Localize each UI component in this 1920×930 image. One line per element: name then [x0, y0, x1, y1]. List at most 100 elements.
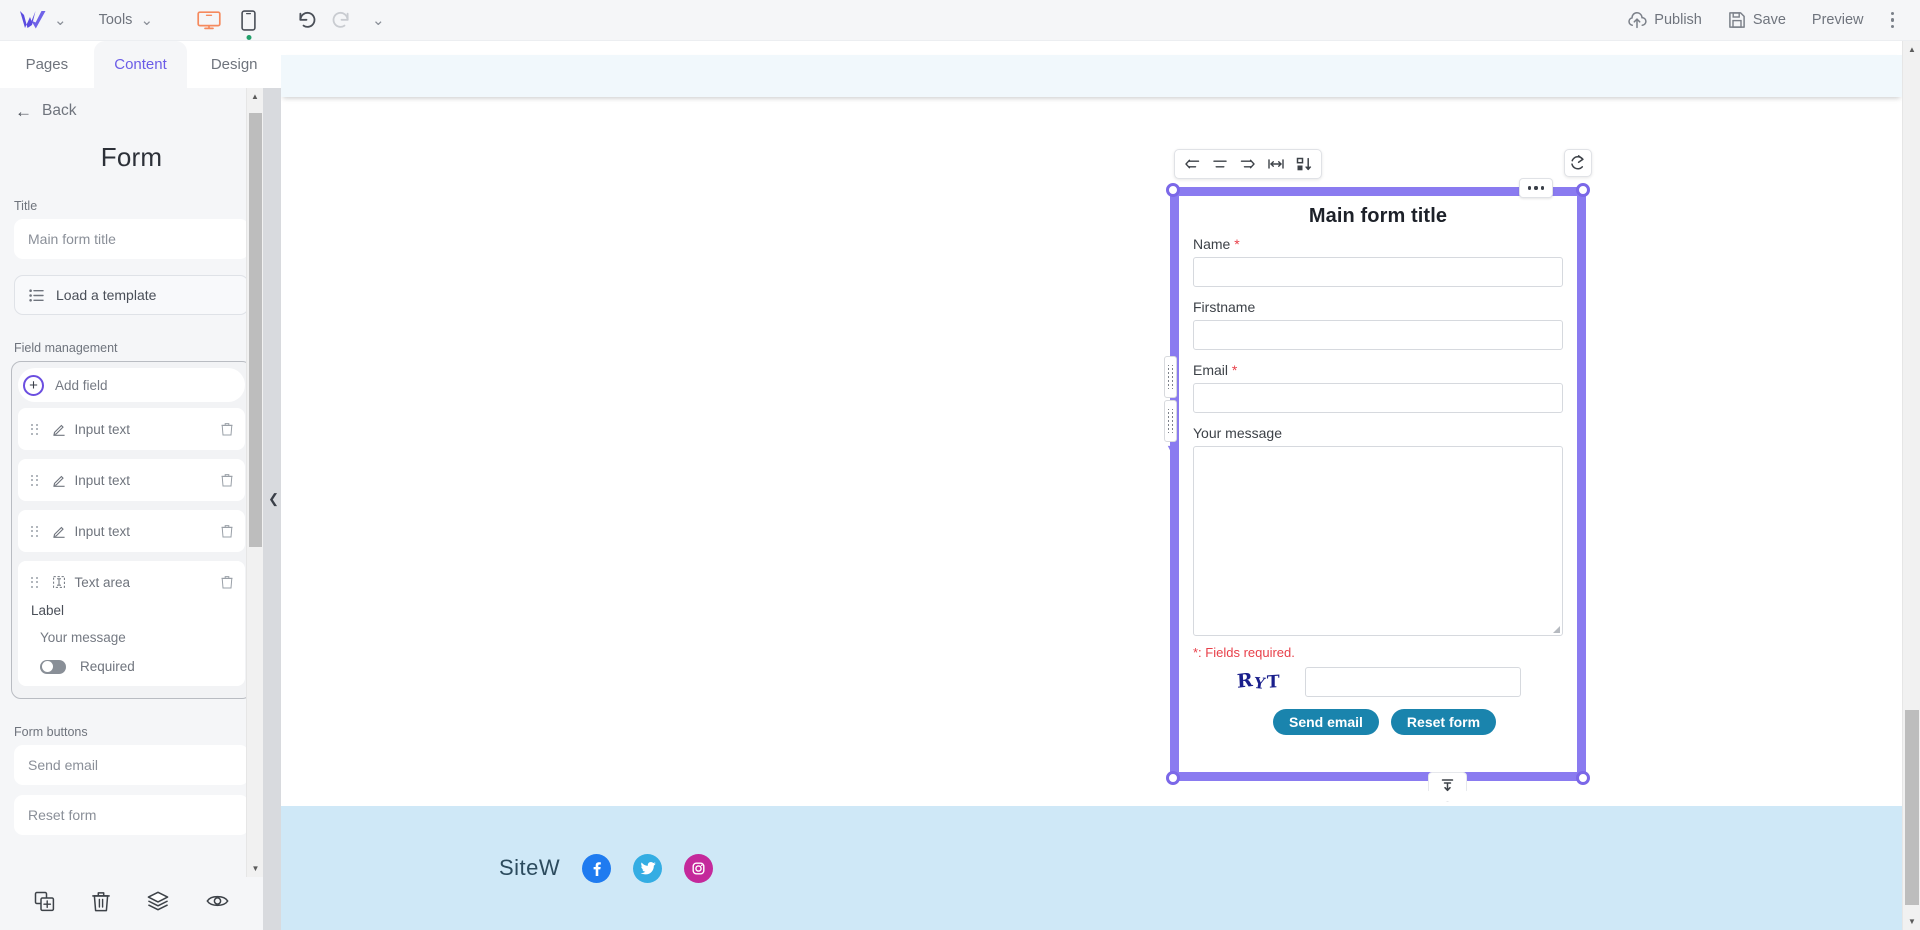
align-left-icon[interactable]: [1179, 152, 1205, 176]
sidebar-scrollbar[interactable]: ▲ ▼: [246, 88, 263, 877]
instagram-icon[interactable]: [684, 853, 714, 883]
form-textarea-message[interactable]: [1193, 446, 1563, 636]
mobile-view-button[interactable]: [231, 7, 266, 40]
sidebar-scroll-up[interactable]: ▲: [247, 88, 263, 105]
twitter-icon[interactable]: [633, 853, 663, 883]
selection-edge-right[interactable]: [1577, 187, 1586, 781]
publish-button[interactable]: Publish: [1614, 7, 1715, 34]
captcha-char: Y: [1252, 674, 1267, 693]
drag-grip-icon[interactable]: [31, 423, 38, 435]
page-scroll-up[interactable]: ▲: [1903, 41, 1920, 58]
save-button[interactable]: Save: [1715, 6, 1799, 34]
resize-handle-bottom-right[interactable]: [1576, 771, 1590, 785]
page-scroll-thumb[interactable]: [1905, 710, 1919, 905]
layers-icon[interactable]: [147, 891, 169, 916]
load-template-button[interactable]: Load a template: [14, 275, 249, 315]
field-item-text-area-selected[interactable]: Text area Label Your message Required: [18, 561, 245, 686]
field-item-input-text-1[interactable]: Input text: [18, 408, 245, 450]
undo-button[interactable]: [296, 10, 317, 30]
field-row-text-area[interactable]: Text area: [18, 561, 245, 603]
required-toggle-row[interactable]: Required: [18, 645, 245, 674]
align-center-icon[interactable]: [1207, 152, 1233, 176]
resize-handle-top-right[interactable]: [1576, 183, 1590, 197]
page-scrollbar[interactable]: ▲ ▼: [1902, 41, 1920, 930]
form-preview: Main form title Name * Firstname Email *…: [1179, 196, 1577, 772]
duplicate-icon[interactable]: [34, 891, 55, 917]
form-title-input[interactable]: Main form title: [14, 219, 249, 259]
resize-handle-top-left[interactable]: [1166, 183, 1180, 197]
back-button[interactable]: ← Back: [0, 88, 263, 120]
drag-grip-icon[interactable]: [31, 525, 38, 537]
field-label-input[interactable]: Your message: [18, 618, 245, 645]
tab-design[interactable]: Design: [187, 41, 282, 88]
captcha-input[interactable]: [1304, 667, 1521, 697]
field-label: Text area: [74, 574, 131, 590]
page-scroll-down[interactable]: ▼: [1903, 913, 1920, 930]
drag-handle-bottom[interactable]: [1164, 400, 1177, 442]
history-caret[interactable]: ⌄: [366, 13, 391, 28]
drag-grip-icon[interactable]: [31, 576, 38, 588]
reset-form-button[interactable]: Reset form: [1390, 709, 1497, 735]
field-item-input-text-2[interactable]: Input text: [18, 459, 245, 501]
publish-cloud-icon: [1628, 11, 1647, 28]
selection-edge-left[interactable]: [1170, 187, 1179, 781]
delete-field-icon[interactable]: [221, 575, 233, 589]
site-footer: SiteW: [281, 806, 1902, 930]
selection-edge-bottom[interactable]: [1170, 772, 1586, 781]
sidebar-scroll-down[interactable]: ▼: [247, 860, 264, 877]
plus-circle-icon: +: [23, 374, 44, 396]
delete-field-icon[interactable]: [221, 473, 233, 487]
kebab-menu-icon[interactable]: [1877, 6, 1907, 35]
load-template-label: Load a template: [56, 287, 157, 303]
field-item-input-text-3[interactable]: Input text: [18, 510, 245, 552]
captcha-char: T: [1267, 671, 1280, 693]
logo-dropdown-caret[interactable]: ⌄: [48, 13, 73, 28]
sort-icon[interactable]: [1291, 152, 1317, 176]
add-field-button[interactable]: + Add field: [18, 368, 245, 402]
resize-handle-bottom-left[interactable]: [1166, 771, 1180, 785]
send-email-button[interactable]: Send email: [1273, 709, 1379, 735]
form-input-email[interactable]: [1193, 383, 1563, 413]
align-right-icon[interactable]: [1235, 152, 1261, 176]
chevron-left-icon[interactable]: ❮: [268, 492, 279, 505]
mobile-status-dot: [246, 34, 252, 40]
drag-grip-icon[interactable]: [31, 474, 38, 486]
form-field-label-message: Your message: [1193, 425, 1563, 441]
form-button-row: Send email Reset form: [1193, 709, 1563, 735]
sidebar-collapse-rail[interactable]: ❮: [263, 88, 281, 930]
label-text: Email: [1193, 362, 1229, 378]
tab-content[interactable]: Content: [93, 41, 188, 88]
desktop-view-button[interactable]: [187, 8, 231, 33]
selected-form-block[interactable]: Main form title Name * Firstname Email *…: [1166, 178, 1590, 802]
facebook-icon[interactable]: [582, 853, 612, 883]
more-dots-icon[interactable]: [1519, 178, 1553, 198]
sidebar-scroll-thumb[interactable]: [249, 113, 262, 547]
preview-button[interactable]: Preview: [1799, 7, 1877, 33]
textarea-icon: [52, 575, 66, 589]
form-buttons-label: Form buttons: [14, 725, 88, 739]
page-title: Form: [100, 142, 163, 172]
reset-button-input[interactable]: Reset form: [14, 795, 249, 835]
save-label: Save: [1752, 12, 1786, 28]
form-input-name[interactable]: [1193, 257, 1563, 287]
field-label-caption: Label: [31, 603, 65, 618]
delete-field-icon[interactable]: [221, 422, 233, 436]
back-label: Back: [42, 102, 77, 119]
sitew-logo[interactable]: [18, 9, 48, 31]
tools-menu[interactable]: Tools ⌄: [91, 8, 161, 32]
width-adjust-icon[interactable]: [1263, 152, 1289, 176]
form-input-firstname[interactable]: [1193, 320, 1563, 350]
delete-field-icon[interactable]: [221, 524, 233, 538]
required-toggle[interactable]: [40, 659, 66, 674]
captcha-image: RYT: [1236, 669, 1281, 693]
delete-icon[interactable]: [92, 891, 111, 917]
tab-pages[interactable]: Pages: [0, 41, 94, 88]
send-button-input[interactable]: Send email: [14, 745, 249, 785]
required-label: Required: [80, 659, 135, 674]
drag-handle-top[interactable]: [1164, 356, 1177, 398]
redo-button[interactable]: [331, 10, 352, 30]
reload-button[interactable]: [1564, 149, 1592, 177]
field-management-label: Field management: [14, 341, 118, 355]
move-down-icon[interactable]: [1428, 772, 1467, 802]
visibility-icon[interactable]: [206, 893, 229, 914]
